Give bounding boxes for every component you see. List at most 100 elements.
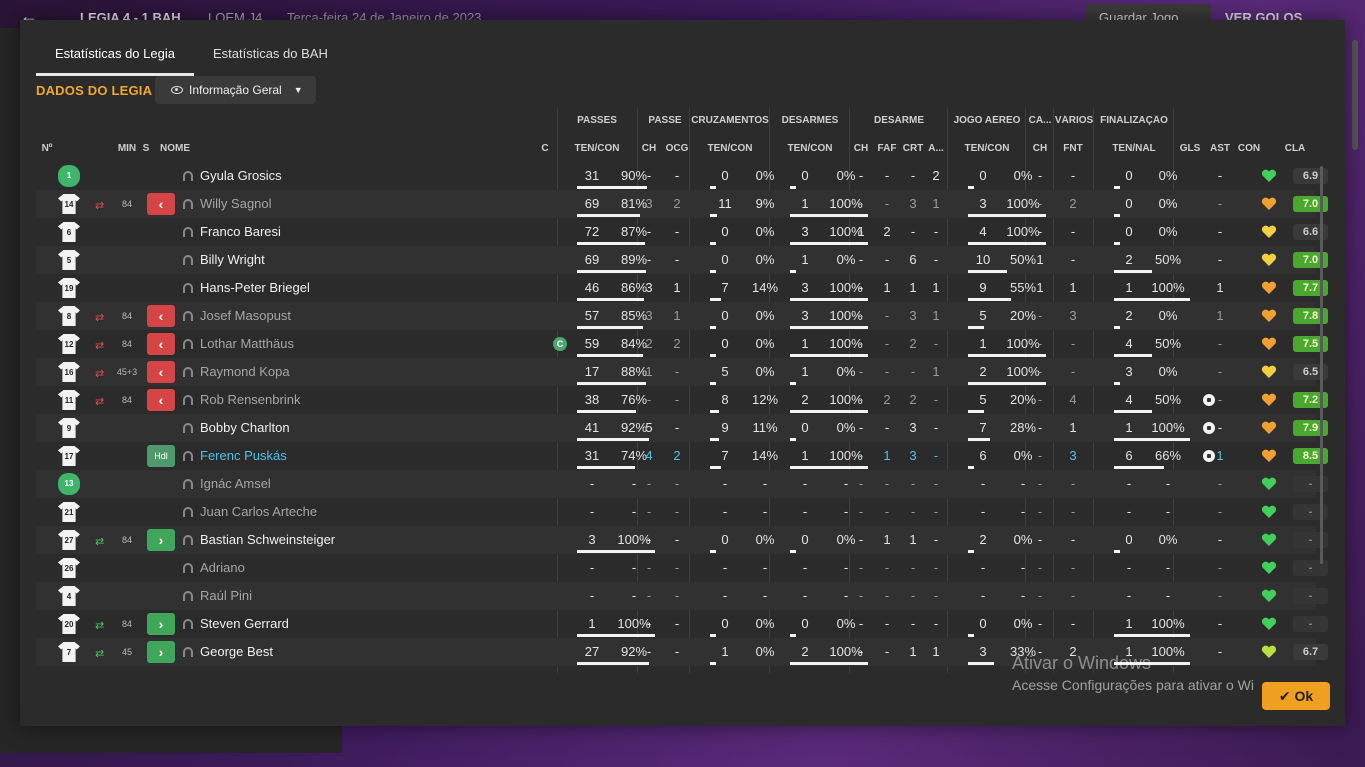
column-header-a[interactable]: A... <box>926 143 946 154</box>
table-row[interactable]: 26 Adriano - - - - - - - - - - - - - - - - - - - - <box>36 554 1328 582</box>
column-header-fnt[interactable]: FNT <box>1060 143 1086 154</box>
stat-cp: 14% <box>751 280 779 295</box>
stat-faf: 1 <box>883 448 891 463</box>
player-name[interactable]: Lothar Matthäus <box>200 330 294 358</box>
table-row[interactable]: 19 Hans-Peter Briegel 46 86% 3 1 7 14% 3 100% -1 1 1… <box>36 274 1328 302</box>
table-row[interactable]: 27 ⇄ 84 › Bastian Schweinsteiger 3 100% - -0 0% 0 0… <box>36 526 1328 554</box>
sub-on-button[interactable]: › <box>147 529 175 551</box>
column-header-cach[interactable]: CH <box>1030 143 1050 154</box>
stat-ast: - <box>1217 644 1223 659</box>
column-header-s[interactable]: S <box>132 143 160 154</box>
sub-on-button[interactable]: › <box>147 613 175 635</box>
column-header-passes[interactable]: TEN/CON <box>557 143 637 154</box>
table-row[interactable]: 11 ⇄ 84 ‹ Rob Rensenbrink 38 76% - -8 12% 2 100% -2 2… <box>36 386 1328 414</box>
player-name[interactable]: Gyula Grosics <box>200 162 282 190</box>
stat-ast: 1 <box>1216 308 1224 323</box>
column-header-fin[interactable]: TEN/NAL <box>1094 143 1174 154</box>
ratio-bar <box>710 214 718 217</box>
player-name[interactable]: Hans-Peter Briegel <box>200 274 310 302</box>
stat-ast: - <box>1217 560 1223 575</box>
player-name[interactable]: Steven Gerrard <box>200 610 289 638</box>
sub-off-button[interactable]: ‹ <box>147 193 175 215</box>
morale-heart-icon <box>1261 168 1277 184</box>
headset-icon <box>183 339 193 349</box>
ratio-bar <box>710 550 716 553</box>
player-name[interactable]: Willy Sagnol <box>200 190 272 218</box>
player-name[interactable]: Billy Wright <box>200 246 265 274</box>
player-name[interactable]: Adriano <box>200 554 245 582</box>
column-header-dch[interactable]: CH <box>852 143 870 154</box>
sub-on-button[interactable]: › <box>147 641 175 663</box>
stat-dch: - <box>858 364 864 379</box>
morale-heart-icon <box>1261 616 1277 632</box>
player-name[interactable]: Ferenc Puskás <box>200 442 287 470</box>
table-scrollbar[interactable] <box>1320 166 1323 564</box>
column-header-aer[interactable]: TEN/CON <box>948 143 1026 154</box>
column-header-cla[interactable]: CLA <box>1282 143 1308 154</box>
table-row[interactable]: 8 ⇄ 84 ‹ Josef Masopust 57 85% 3 1 0 0% 3 100% - -3 1 5 2… <box>36 302 1328 330</box>
table-row[interactable]: 9 Bobby Charlton 41 92% 5-9 11% 0 0% - -3-7 28% -1 1… <box>36 414 1328 442</box>
column-header-c[interactable]: C <box>535 143 555 154</box>
sub-off-button[interactable]: ‹ <box>147 361 175 383</box>
player-name[interactable]: Bastian Schweinsteiger <box>200 526 335 554</box>
minute-label: 84 <box>121 199 132 209</box>
table-row[interactable]: 1 Gyula Grosics 31 90% - -0 0% 0 0% - - -2 0 0% - -0 0% -… <box>36 162 1328 190</box>
table-row[interactable]: 4 Raúl Pini - - - - - - - - - - - - - - - - - - - - <box>36 582 1328 610</box>
table-row[interactable]: 12 ⇄ 84 ‹ Lothar Matthäus C 59 84% 2 2 0 0% 1 100% - -2… <box>36 330 1328 358</box>
page-scrollbar[interactable] <box>1352 40 1358 150</box>
stat-cp: 12% <box>751 392 779 407</box>
stat-ch: - <box>646 504 652 519</box>
stat-dch: - <box>858 616 864 631</box>
stat-dt: - <box>802 588 808 603</box>
column-header-crt[interactable]: CRT <box>902 143 924 154</box>
player-name[interactable]: Juan Carlos Arteche <box>200 498 317 526</box>
column-header-faf[interactable]: FAF <box>876 143 898 154</box>
stat-dt: - <box>802 560 808 575</box>
shirt-number-icon: 12 <box>58 334 80 354</box>
player-name[interactable]: Raúl Pini <box>200 582 252 610</box>
column-header-num[interactable]: Nº <box>36 143 58 154</box>
ratio-bar <box>577 662 649 665</box>
shirt-number-icon: 9 <box>58 418 80 438</box>
stat-a: - <box>933 560 939 575</box>
table-row[interactable]: 5 Billy Wright 69 89% - -0 0% 1 0% - -6-10 50% 1-2 50… <box>36 246 1328 274</box>
sub-off-button[interactable]: ‹ <box>147 389 175 411</box>
table-row[interactable]: 17 Hdl Ferenc Puskás 31 74% 4 2 7 14% 1 100% -1 3-6 0… <box>36 442 1328 470</box>
stat-crt: - <box>910 504 916 519</box>
stat-fp: 50% <box>1154 252 1182 267</box>
table-row[interactable]: 20 ⇄ 84 › Steven Gerrard 1 100% - -0 0% 0 0% - - - -0 0%… <box>36 610 1328 638</box>
column-header-nome[interactable]: NOME <box>160 143 200 154</box>
match-rating: - <box>1293 616 1328 632</box>
table-row[interactable]: 14 ⇄ 84 ‹ Willy Sagnol 69 81% 3 2 11 9% 1 100% - -3 1 3 1… <box>36 190 1328 218</box>
player-name[interactable]: Franco Baresi <box>200 218 281 246</box>
ok-button[interactable]: ✔ Ok <box>1262 682 1330 710</box>
sub-out-arrows-icon: ⇄ <box>95 396 105 408</box>
stat-ast: 1 <box>1216 280 1224 295</box>
column-header-ocg[interactable]: OCG <box>664 143 690 154</box>
player-name[interactable]: Ignác Amsel <box>200 470 271 498</box>
ratio-bar <box>968 186 974 189</box>
column-header-des[interactable]: TEN/CON <box>770 143 850 154</box>
table-row[interactable]: 16 ⇄ 45+3 ‹ Raymond Kopa 17 88% 1-5 0% 1 0% - - -1 2 10… <box>36 358 1328 386</box>
sub-off-button[interactable]: ‹ <box>147 333 175 355</box>
player-name[interactable]: George Best <box>200 638 273 666</box>
player-name[interactable]: Bobby Charlton <box>200 414 290 442</box>
column-header-ast[interactable]: AST <box>1208 143 1232 154</box>
sub-off-button[interactable]: ‹ <box>147 305 175 327</box>
column-header-cruz[interactable]: TEN/CON <box>690 143 770 154</box>
table-row[interactable]: 13 Ignác Amsel - - - - - - - - - - - - - - - - - - - - <box>36 470 1328 498</box>
morale-heart-icon <box>1261 280 1277 296</box>
ratio-bar <box>968 662 994 665</box>
player-name[interactable]: Raymond Kopa <box>200 358 290 386</box>
column-header-gls[interactable]: GLS <box>1178 143 1202 154</box>
minute-label <box>111 498 143 526</box>
group-header-cruz: CRUZAMENTOS <box>691 115 769 126</box>
player-name[interactable]: Rob Rensenbrink <box>200 386 300 414</box>
ratio-bar <box>968 242 1046 245</box>
table-row[interactable]: 6 Franco Baresi 72 87% - -0 0% 3 100% 1 2- -4 100% - -… <box>36 218 1328 246</box>
table-row[interactable]: 21 Juan Carlos Arteche - - - - - - - - - - - - - - - - - - -… <box>36 498 1328 526</box>
player-name[interactable]: Josef Masopust <box>200 302 291 330</box>
ratio-bar <box>577 270 647 273</box>
column-header-ch[interactable]: CH <box>640 143 658 154</box>
column-header-con[interactable]: CON <box>1237 143 1261 154</box>
